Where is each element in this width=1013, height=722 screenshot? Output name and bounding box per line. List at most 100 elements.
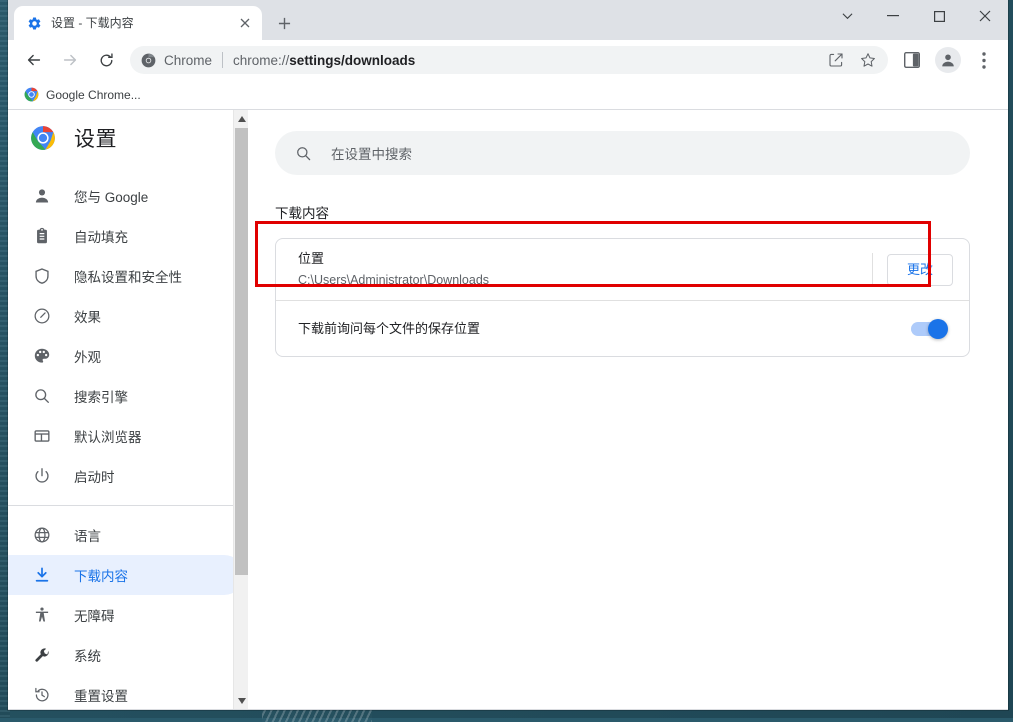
sidebar-item-languages[interactable]: 语言	[8, 515, 244, 555]
back-button[interactable]	[20, 46, 48, 74]
wrench-icon	[32, 645, 52, 665]
omnibox-url-emphasis: settings/downloads	[289, 53, 415, 68]
star-icon[interactable]	[854, 46, 882, 74]
omnibox-url-prefix: chrome://	[233, 53, 289, 68]
bookmark-label: Google Chrome...	[46, 88, 141, 102]
sidebar-item-label: 重置设置	[74, 685, 128, 705]
sidebar-item-on-startup[interactable]: 启动时	[8, 456, 244, 496]
reload-button[interactable]	[92, 46, 120, 74]
settings-page: 设置 您与 Google	[8, 110, 1008, 709]
omnibox-divider	[222, 52, 223, 68]
bookmark-item[interactable]: Google Chrome...	[18, 84, 149, 106]
search-icon	[32, 386, 52, 406]
row-divider	[872, 253, 873, 286]
browser-toolbar: Chrome chrome://settings/downloads	[8, 40, 1008, 80]
omnibox-actions	[820, 46, 884, 74]
search-placeholder: 在设置中搜索	[331, 143, 412, 163]
browser-window: 设置 - 下载内容	[8, 0, 1008, 710]
section-title: 下载内容	[248, 175, 1008, 222]
close-window-button[interactable]	[962, 0, 1008, 32]
settings-gear-icon	[26, 15, 42, 31]
palette-icon	[32, 346, 52, 366]
window-controls	[824, 0, 1008, 40]
sidebar-item-label: 语言	[74, 525, 101, 545]
three-dot-menu-icon[interactable]	[970, 46, 998, 74]
new-tab-button[interactable]	[270, 9, 298, 37]
restore-icon	[32, 685, 52, 705]
sidebar-scrollbar[interactable]	[233, 110, 248, 709]
settings-header: 设置	[8, 110, 248, 166]
ask-where-to-save-toggle[interactable]	[911, 322, 945, 336]
download-icon	[32, 565, 52, 585]
speedometer-icon	[32, 306, 52, 326]
browser-window-icon	[32, 426, 52, 446]
change-location-button[interactable]: 更改	[887, 254, 953, 286]
ask-where-to-save-row: 下载前询问每个文件的保存位置	[276, 300, 969, 356]
ask-where-to-save-text: 下载前询问每个文件的保存位置	[298, 319, 911, 339]
sidebar-item-you-and-google[interactable]: 您与 Google	[8, 176, 244, 216]
sidebar-item-autofill[interactable]: 自动填充	[8, 216, 244, 256]
sidebar-item-default-browser[interactable]: 默认浏览器	[8, 416, 244, 456]
toggle-knob	[928, 319, 948, 339]
sidebar-item-label: 外观	[74, 346, 101, 366]
page-title: 设置	[74, 123, 117, 153]
settings-sidebar: 设置 您与 Google	[8, 110, 248, 709]
ask-where-to-save-label: 下载前询问每个文件的保存位置	[298, 319, 911, 339]
scrollbar-down-arrow[interactable]	[234, 692, 249, 709]
address-bar[interactable]: Chrome chrome://settings/downloads	[130, 46, 888, 74]
scrollbar-up-arrow[interactable]	[234, 110, 249, 127]
sidebar-item-label: 无障碍	[74, 605, 115, 625]
accessibility-icon	[32, 605, 52, 625]
sidebar-item-search-engine[interactable]: 搜索引擎	[8, 376, 244, 416]
chrome-color-icon	[23, 87, 39, 103]
tab-strip: 设置 - 下载内容	[8, 0, 1008, 40]
chrome-logo-icon	[140, 52, 156, 68]
sidebar-item-label: 系统	[74, 645, 101, 665]
scrollbar-thumb[interactable]	[235, 128, 248, 575]
sidebar-item-performance[interactable]: 效果	[8, 296, 244, 336]
settings-main-content: 在设置中搜索 下载内容 位置 C:\Users\Administrator\Do…	[248, 110, 1008, 709]
browser-tab[interactable]: 设置 - 下载内容	[14, 6, 262, 40]
power-icon	[32, 466, 52, 486]
search-area: 在设置中搜索	[248, 110, 1008, 175]
download-location-row: 位置 C:\Users\Administrator\Downloads 更改	[276, 239, 969, 300]
tab-close-button[interactable]	[236, 14, 254, 32]
side-panel-icon[interactable]	[898, 46, 926, 74]
profile-avatar-icon[interactable]	[934, 46, 962, 74]
person-icon	[32, 186, 52, 206]
share-icon[interactable]	[822, 46, 850, 74]
sidebar-item-label: 默认浏览器	[74, 426, 142, 446]
sidebar-item-label: 搜索引擎	[74, 386, 128, 406]
sidebar-item-downloads[interactable]: 下载内容	[8, 555, 244, 595]
sidebar-item-label: 隐私设置和安全性	[74, 266, 182, 286]
bookmarks-bar: Google Chrome...	[8, 80, 1008, 110]
download-location-path: C:\Users\Administrator\Downloads	[298, 270, 864, 290]
minimize-button[interactable]	[870, 0, 916, 32]
clipboard-icon	[32, 226, 52, 246]
chrome-color-icon	[30, 125, 56, 151]
sidebar-item-privacy-security[interactable]: 隐私设置和安全性	[8, 256, 244, 296]
omnibox-scheme-label: Chrome	[164, 53, 212, 68]
search-icon	[293, 143, 313, 163]
search-input[interactable]: 在设置中搜索	[275, 131, 970, 175]
maximize-button[interactable]	[916, 0, 962, 32]
download-location-label: 位置	[298, 249, 864, 269]
sidebar-item-label: 效果	[74, 306, 101, 326]
window-bottom-edge	[8, 709, 1008, 710]
shield-icon	[32, 266, 52, 286]
tab-search-button[interactable]	[824, 0, 870, 32]
sidebar-item-label: 下载内容	[74, 565, 128, 585]
omnibox-url: chrome://settings/downloads	[233, 53, 816, 68]
sidebar-item-label: 您与 Google	[74, 186, 148, 206]
forward-button[interactable]	[56, 46, 84, 74]
settings-nav-list: 您与 Google 自动填充	[8, 166, 248, 710]
sidebar-item-label: 启动时	[74, 466, 115, 486]
sidebar-item-appearance[interactable]: 外观	[8, 336, 244, 376]
download-location-text: 位置 C:\Users\Administrator\Downloads	[298, 249, 864, 290]
tab-title: 设置 - 下载内容	[51, 15, 236, 31]
downloads-settings-card: 位置 C:\Users\Administrator\Downloads 更改 下…	[275, 238, 970, 357]
sidebar-item-accessibility[interactable]: 无障碍	[8, 595, 244, 635]
sidebar-item-system[interactable]: 系统	[8, 635, 244, 675]
globe-icon	[32, 525, 52, 545]
sidebar-item-reset-settings[interactable]: 重置设置	[8, 675, 244, 710]
